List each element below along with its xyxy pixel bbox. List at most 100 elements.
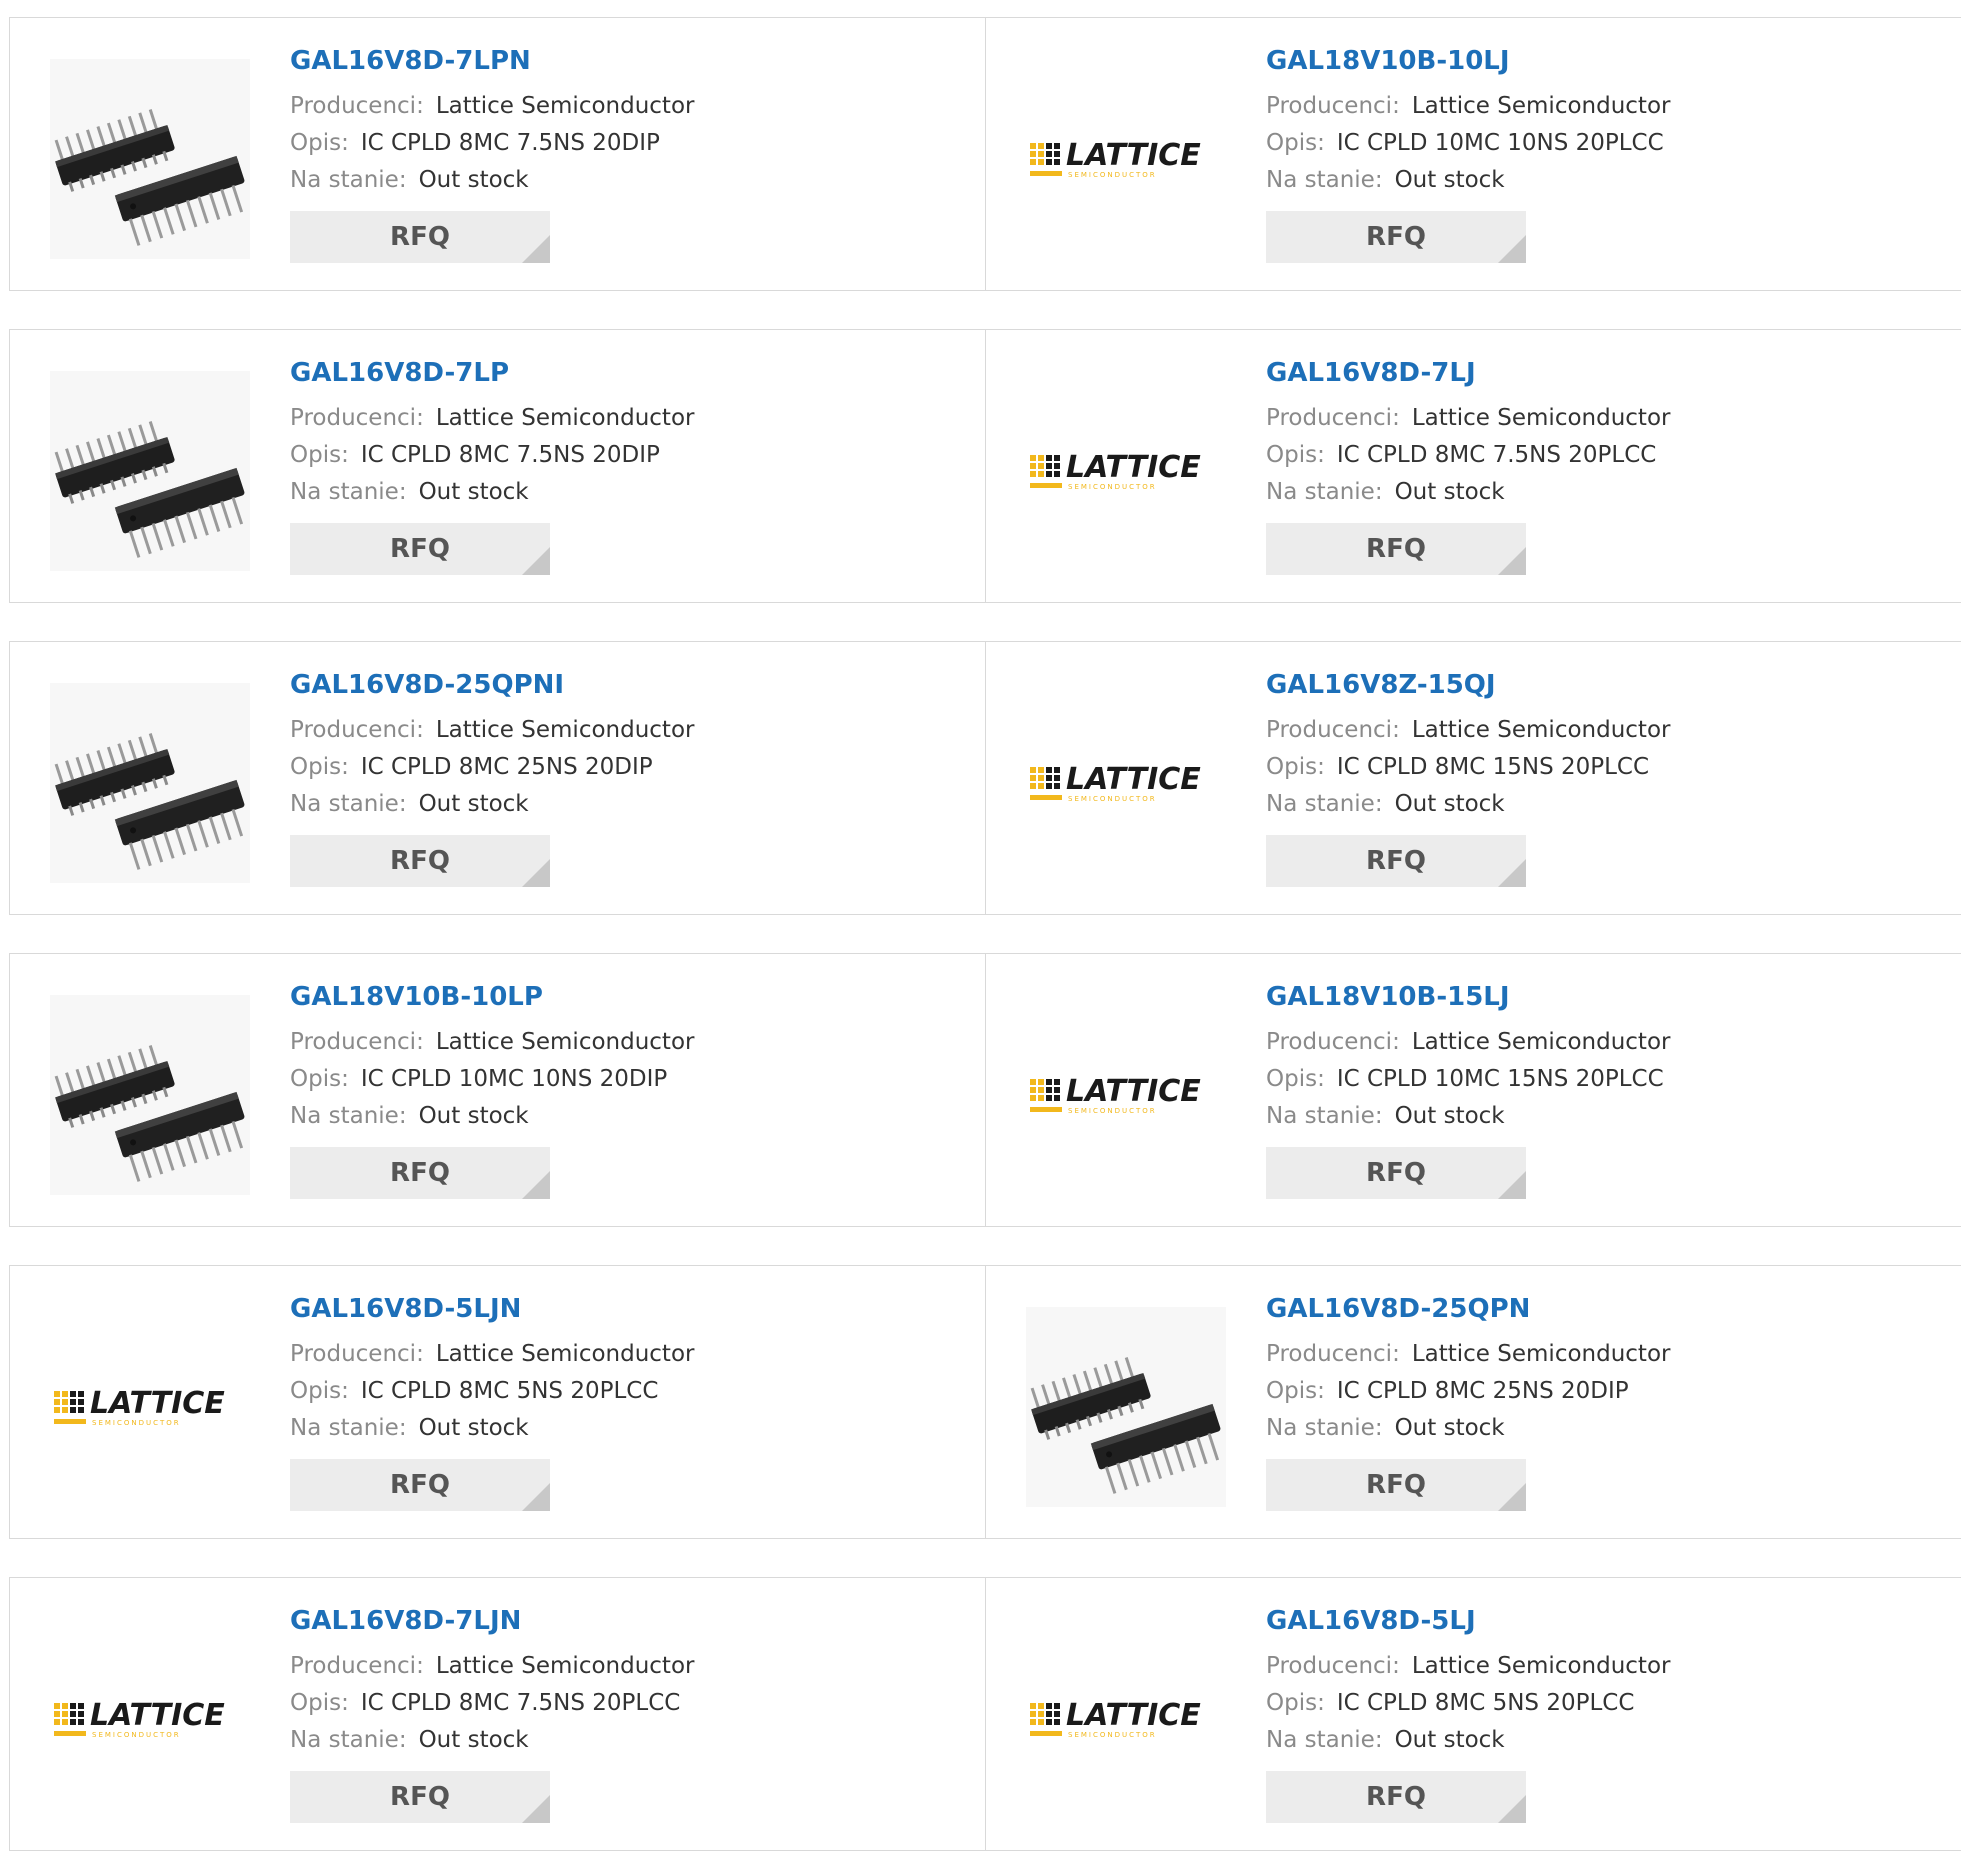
part-number-link[interactable]: GAL16V8D-25QPNI bbox=[290, 670, 965, 700]
rfq-button[interactable]: RFQ bbox=[290, 211, 550, 263]
stock-value: Out stock bbox=[1394, 1727, 1505, 1753]
part-number-link[interactable]: GAL16V8D-25QPN bbox=[1266, 1294, 1941, 1324]
rfq-button[interactable]: RFQ bbox=[1266, 211, 1526, 263]
lattice-logo[interactable]: LATTICE SEMICONDUCTOR bbox=[1025, 682, 1227, 884]
rfq-button[interactable]: RFQ bbox=[290, 835, 550, 887]
stock-value: Out stock bbox=[1394, 1103, 1505, 1129]
stock-label: Na stanie: bbox=[1266, 1727, 1383, 1753]
rfq-button[interactable]: RFQ bbox=[290, 523, 550, 575]
description-value: IC CPLD 10MC 10NS 20DIP bbox=[360, 1066, 668, 1092]
lattice-logo[interactable]: LATTICE SEMICONDUCTOR bbox=[49, 1306, 251, 1508]
manufacturer-value: Lattice Semiconductor bbox=[1411, 717, 1671, 743]
stock-label: Na stanie: bbox=[1266, 1415, 1383, 1441]
product-info: GAL16V8D-5LJN Producenci: Lattice Semicond… bbox=[290, 1294, 965, 1511]
stock-label: Na stanie: bbox=[290, 167, 407, 193]
corner-triangle-icon bbox=[1498, 1483, 1526, 1511]
lattice-logo[interactable]: LATTICE SEMICONDUCTOR bbox=[1025, 370, 1227, 572]
part-number-link[interactable]: GAL16V8D-5LJN bbox=[290, 1294, 965, 1324]
part-number-link[interactable]: GAL16V8D-7LP bbox=[290, 358, 965, 388]
description-row: Opis: IC CPLD 8MC 5NS 20PLCC bbox=[1266, 1685, 1941, 1722]
part-number-link[interactable]: GAL16V8D-5LJ bbox=[1266, 1606, 1941, 1636]
stock-value: Out stock bbox=[1394, 1415, 1505, 1441]
manufacturer-row: Producenci: Lattice Semiconductor bbox=[290, 1024, 965, 1061]
rfq-label: RFQ bbox=[390, 1158, 450, 1188]
corner-triangle-icon bbox=[522, 1171, 550, 1199]
product-info: GAL16V8Z-15QJ Producenci: Lattice Semicond… bbox=[1266, 670, 1941, 887]
manufacturer-row: Producenci: Lattice Semiconductor bbox=[290, 712, 965, 749]
manufacturer-value: Lattice Semiconductor bbox=[435, 1029, 695, 1055]
rfq-button[interactable]: RFQ bbox=[1266, 1459, 1526, 1511]
stock-value: Out stock bbox=[1394, 791, 1505, 817]
stock-row: Na stanie: Out stock bbox=[1266, 786, 1941, 823]
svg-text:SEMICONDUCTOR: SEMICONDUCTOR bbox=[1068, 795, 1157, 803]
stock-label: Na stanie: bbox=[290, 1103, 407, 1129]
rfq-label: RFQ bbox=[1366, 1782, 1426, 1812]
dip-chip-image[interactable] bbox=[49, 58, 251, 260]
description-row: Opis: IC CPLD 8MC 7.5NS 20DIP bbox=[290, 437, 965, 474]
stock-row: Na stanie: Out stock bbox=[1266, 1722, 1941, 1759]
stock-value: Out stock bbox=[418, 1415, 529, 1441]
product-card: LATTICE SEMICONDUCTOR GAL16V8D-5LJ Producen… bbox=[985, 1578, 1961, 1850]
rfq-label: RFQ bbox=[1366, 846, 1426, 876]
manufacturer-value: Lattice Semiconductor bbox=[435, 93, 695, 119]
stock-label: Na stanie: bbox=[1266, 1103, 1383, 1129]
lattice-logo[interactable]: LATTICE SEMICONDUCTOR bbox=[1025, 1618, 1227, 1820]
rfq-button[interactable]: RFQ bbox=[290, 1147, 550, 1199]
product-info: GAL16V8D-25QPNI Producenci: Lattice Semico… bbox=[290, 670, 965, 887]
stock-value: Out stock bbox=[418, 167, 529, 193]
part-number-link[interactable]: GAL16V8D-7LPN bbox=[290, 46, 965, 76]
corner-triangle-icon bbox=[1498, 235, 1526, 263]
manufacturer-value: Lattice Semiconductor bbox=[1411, 1653, 1671, 1679]
product-info: GAL18V10B-15LJ Producenci: Lattice Semicon… bbox=[1266, 982, 1941, 1199]
manufacturer-row: Producenci: Lattice Semiconductor bbox=[1266, 88, 1941, 125]
dip-chip-image[interactable] bbox=[1025, 1306, 1227, 1508]
rfq-label: RFQ bbox=[390, 534, 450, 564]
dip-chip-image[interactable] bbox=[49, 370, 251, 572]
lattice-logo[interactable]: LATTICE SEMICONDUCTOR bbox=[1025, 994, 1227, 1196]
part-number-link[interactable]: GAL16V8D-7LJN bbox=[290, 1606, 965, 1636]
description-row: Opis: IC CPLD 8MC 25NS 20DIP bbox=[1266, 1373, 1941, 1410]
svg-text:LATTICE: LATTICE bbox=[90, 1386, 225, 1421]
stock-value: Out stock bbox=[418, 1103, 529, 1129]
product-info: GAL16V8D-7LJ Producenci: Lattice Semicondu… bbox=[1266, 358, 1941, 575]
dip-chip-image[interactable] bbox=[49, 994, 251, 1196]
product-card: GAL16V8D-7LP Producenci: Lattice Semicondu… bbox=[10, 330, 985, 602]
description-value: IC CPLD 8MC 15NS 20PLCC bbox=[1336, 754, 1650, 780]
corner-triangle-icon bbox=[1498, 547, 1526, 575]
stock-label: Na stanie: bbox=[1266, 791, 1383, 817]
dip-chip-image[interactable] bbox=[49, 682, 251, 884]
product-grid: GAL16V8D-7LPN Producenci: Lattice Semicond… bbox=[0, 0, 1961, 1851]
stock-row: Na stanie: Out stock bbox=[290, 1410, 965, 1447]
stock-row: Na stanie: Out stock bbox=[1266, 474, 1941, 511]
rfq-button[interactable]: RFQ bbox=[290, 1459, 550, 1511]
rfq-button[interactable]: RFQ bbox=[1266, 835, 1526, 887]
product-row: LATTICE SEMICONDUCTOR GAL16V8D-5LJN Produce… bbox=[9, 1265, 1961, 1539]
part-number-link[interactable]: GAL16V8Z-15QJ bbox=[1266, 670, 1941, 700]
rfq-button[interactable]: RFQ bbox=[1266, 523, 1526, 575]
manufacturer-label: Producenci: bbox=[1266, 1653, 1400, 1679]
svg-text:LATTICE: LATTICE bbox=[90, 1698, 225, 1733]
description-label: Opis: bbox=[1266, 1690, 1325, 1716]
rfq-button[interactable]: RFQ bbox=[1266, 1147, 1526, 1199]
stock-value: Out stock bbox=[418, 791, 529, 817]
description-value: IC CPLD 8MC 25NS 20DIP bbox=[360, 754, 653, 780]
stock-label: Na stanie: bbox=[290, 1727, 407, 1753]
lattice-logo[interactable]: LATTICE SEMICONDUCTOR bbox=[1025, 58, 1227, 260]
product-info: GAL16V8D-7LJN Producenci: Lattice Semicond… bbox=[290, 1606, 965, 1823]
part-number-link[interactable]: GAL18V10B-10LJ bbox=[1266, 46, 1941, 76]
stock-row: Na stanie: Out stock bbox=[1266, 162, 1941, 199]
description-row: Opis: IC CPLD 8MC 15NS 20PLCC bbox=[1266, 749, 1941, 786]
description-label: Opis: bbox=[290, 442, 349, 468]
rfq-button[interactable]: RFQ bbox=[290, 1771, 550, 1823]
part-number-link[interactable]: GAL18V10B-15LJ bbox=[1266, 982, 1941, 1012]
rfq-label: RFQ bbox=[1366, 1470, 1426, 1500]
description-label: Opis: bbox=[1266, 442, 1325, 468]
part-number-link[interactable]: GAL18V10B-10LP bbox=[290, 982, 965, 1012]
description-value: IC CPLD 8MC 7.5NS 20PLCC bbox=[360, 1690, 681, 1716]
rfq-button[interactable]: RFQ bbox=[1266, 1771, 1526, 1823]
part-number-link[interactable]: GAL16V8D-7LJ bbox=[1266, 358, 1941, 388]
manufacturer-label: Producenci: bbox=[290, 1029, 424, 1055]
product-row: GAL16V8D-25QPNI Producenci: Lattice Semico… bbox=[9, 641, 1961, 915]
description-label: Opis: bbox=[290, 1066, 349, 1092]
lattice-logo[interactable]: LATTICE SEMICONDUCTOR bbox=[49, 1618, 251, 1820]
